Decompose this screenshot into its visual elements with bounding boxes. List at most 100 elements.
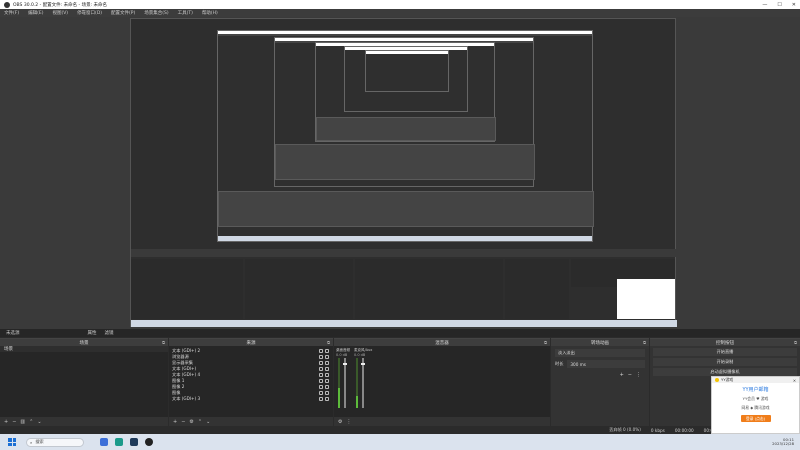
lock-icon bbox=[325, 367, 329, 371]
eye-icon bbox=[319, 355, 323, 359]
mixer-channel: 桌面音频 0.0 dB bbox=[336, 348, 350, 414]
nested-capture bbox=[315, 42, 496, 142]
sources-dock-title: 来源 bbox=[246, 340, 256, 346]
move-up-icon[interactable]: ⌃ bbox=[29, 419, 33, 425]
scenes-toolbar: + − ▥ ⌃ ⌄ bbox=[0, 417, 168, 426]
menu-profile[interactable]: 配置文件(P) bbox=[111, 10, 135, 16]
menu-help[interactable]: 帮助(H) bbox=[202, 10, 218, 16]
eye-icon bbox=[319, 379, 323, 383]
remove-transition-button[interactable]: − bbox=[628, 372, 632, 378]
lock-icon bbox=[325, 349, 329, 353]
eye-icon bbox=[319, 361, 323, 365]
menu-scene-collection[interactable]: 场景集合(S) bbox=[144, 10, 168, 16]
window-title: OBS 30.0.2 - 配置文件: 未命名 - 场景: 未命名 bbox=[13, 2, 108, 8]
add-scene-button[interactable]: + bbox=[4, 419, 8, 425]
eye-icon bbox=[319, 367, 323, 371]
add-source-button[interactable]: + bbox=[173, 419, 177, 425]
status-bar: 丢弃帧 0 (0.0%) 0 kbps 00:00:00 00:00:00 CP… bbox=[0, 426, 800, 434]
mixer-dock-header: 混音器 ⧉ bbox=[334, 339, 550, 346]
undock-icon[interactable]: ⧉ bbox=[643, 340, 646, 345]
menu-tools[interactable]: 工具(T) bbox=[178, 10, 193, 16]
move-down-icon[interactable]: ⌄ bbox=[206, 419, 210, 425]
volume-fader[interactable] bbox=[343, 358, 347, 408]
add-transition-button[interactable]: + bbox=[620, 372, 624, 378]
lock-icon bbox=[325, 379, 329, 383]
preview-area[interactable] bbox=[0, 17, 800, 329]
menu-edit[interactable]: 编辑(E) bbox=[28, 10, 43, 16]
app-icon[interactable] bbox=[115, 438, 123, 446]
mixer-channel: 麦克风/Aux 0.0 dB bbox=[354, 348, 372, 414]
scene-list[interactable]: 场景 bbox=[0, 346, 168, 417]
transitions-body: 淡入淡出 时长 300 ms + − ⋮ bbox=[551, 346, 649, 417]
duration-input[interactable]: 300 ms bbox=[567, 360, 645, 368]
start-streaming-button[interactable]: 开始直播 bbox=[653, 348, 797, 356]
popup-header: YY游戏 ✕ bbox=[712, 377, 799, 383]
close-button[interactable]: ✕ bbox=[792, 2, 796, 8]
obs-logo-icon bbox=[4, 1, 10, 8]
scene-filters-icon[interactable]: ▥ bbox=[20, 419, 25, 425]
close-icon[interactable]: ✕ bbox=[793, 378, 799, 383]
notification-popup[interactable]: YY游戏 ✕ YY用户邮箱 YY会员 ♥ 游戏 网易 ◆ 腾讯游戏 登录 (点击… bbox=[711, 376, 800, 434]
popup-login-button[interactable]: 登录 (点击) bbox=[740, 415, 771, 422]
menu-view[interactable]: 视图(V) bbox=[52, 10, 68, 16]
undock-icon[interactable]: ⧉ bbox=[162, 340, 165, 345]
undock-icon[interactable]: ⧉ bbox=[327, 340, 330, 345]
scene-item[interactable]: 场景 bbox=[0, 346, 168, 352]
lock-icon bbox=[325, 361, 329, 365]
move-up-icon[interactable]: ⌃ bbox=[198, 419, 202, 425]
transitions-dock: 转场动画 ⧉ 淡入淡出 时长 300 ms + − ⋮ bbox=[551, 338, 649, 426]
more-icon[interactable]: ⋮ bbox=[636, 372, 641, 378]
menu-docks[interactable]: 停靠窗口(D) bbox=[77, 10, 102, 16]
system-tray[interactable]: 00:11 2023/12/28 bbox=[772, 437, 794, 447]
volume-fader[interactable] bbox=[361, 358, 365, 408]
move-down-icon[interactable]: ⌄ bbox=[37, 419, 41, 425]
popup-app-name: YY游戏 bbox=[721, 377, 734, 382]
eye-icon bbox=[319, 349, 323, 353]
lock-icon bbox=[325, 385, 329, 389]
more-icon[interactable]: ⋮ bbox=[346, 419, 351, 425]
properties-button[interactable]: 属性 bbox=[88, 330, 97, 336]
channel-db: 0.0 dB bbox=[354, 353, 366, 357]
minimize-button[interactable]: — bbox=[762, 2, 767, 8]
eye-icon bbox=[319, 385, 323, 389]
start-virtual-camera-button[interactable]: 启动虚拟摄像机 bbox=[653, 368, 797, 376]
search-placeholder: 搜索 bbox=[35, 439, 44, 444]
taskbar-apps bbox=[100, 438, 153, 446]
obs-icon[interactable] bbox=[145, 438, 153, 446]
filters-button[interactable]: 滤镜 bbox=[105, 330, 114, 336]
undock-icon[interactable]: ⧉ bbox=[544, 340, 547, 345]
transitions-dock-title: 转场动画 bbox=[591, 340, 609, 346]
controls-dock-header: 控制按钮 ⧉ bbox=[650, 339, 800, 346]
edge-icon[interactable] bbox=[100, 438, 108, 446]
windows-start-icon[interactable] bbox=[8, 438, 16, 446]
maximize-button[interactable]: ☐ bbox=[777, 2, 781, 8]
yy-logo-icon bbox=[715, 378, 719, 382]
eye-icon bbox=[319, 397, 323, 401]
meter-level bbox=[338, 388, 340, 408]
undock-icon[interactable]: ⧉ bbox=[794, 340, 797, 345]
nested-capture bbox=[344, 46, 468, 112]
scenes-dock-title: 场景 bbox=[79, 340, 89, 346]
source-list[interactable]: 文本 (GDI+) 2 浏览器源 显示器采集 文本 (GDI+) 文本 (GDI… bbox=[169, 346, 333, 417]
gear-icon[interactable]: ⚙ bbox=[189, 419, 193, 425]
gear-icon[interactable]: ⚙ bbox=[338, 419, 342, 425]
preview-canvas[interactable] bbox=[130, 18, 677, 327]
stream-time: 00:00:00 bbox=[674, 427, 694, 433]
menu-file[interactable]: 文件(F) bbox=[4, 10, 19, 16]
start-recording-button[interactable]: 开始录制 bbox=[653, 358, 797, 366]
remove-source-button[interactable]: − bbox=[181, 419, 185, 425]
duration-label: 时长 bbox=[555, 361, 564, 366]
steam-icon[interactable] bbox=[130, 438, 138, 446]
fader-knob bbox=[361, 362, 365, 365]
volume-meter bbox=[356, 358, 358, 408]
sources-toolbar: + − ⚙ ⌃ ⌄ bbox=[169, 417, 333, 426]
scenes-dock: 场景 ⧉ 场景 + − ▥ ⌃ ⌄ bbox=[0, 338, 168, 426]
no-source-label: 未选源 bbox=[6, 331, 20, 336]
lock-icon bbox=[325, 397, 329, 401]
sources-dock-header: 来源 ⧉ bbox=[169, 339, 333, 346]
nested-capture bbox=[217, 30, 594, 242]
transition-select[interactable]: 淡入淡出 bbox=[555, 349, 645, 357]
list-item[interactable]: 文本 (GDI+) 3 bbox=[169, 396, 333, 402]
remove-scene-button[interactable]: − bbox=[12, 419, 16, 425]
taskbar-search[interactable]: ⌕ 搜索 bbox=[26, 437, 84, 447]
